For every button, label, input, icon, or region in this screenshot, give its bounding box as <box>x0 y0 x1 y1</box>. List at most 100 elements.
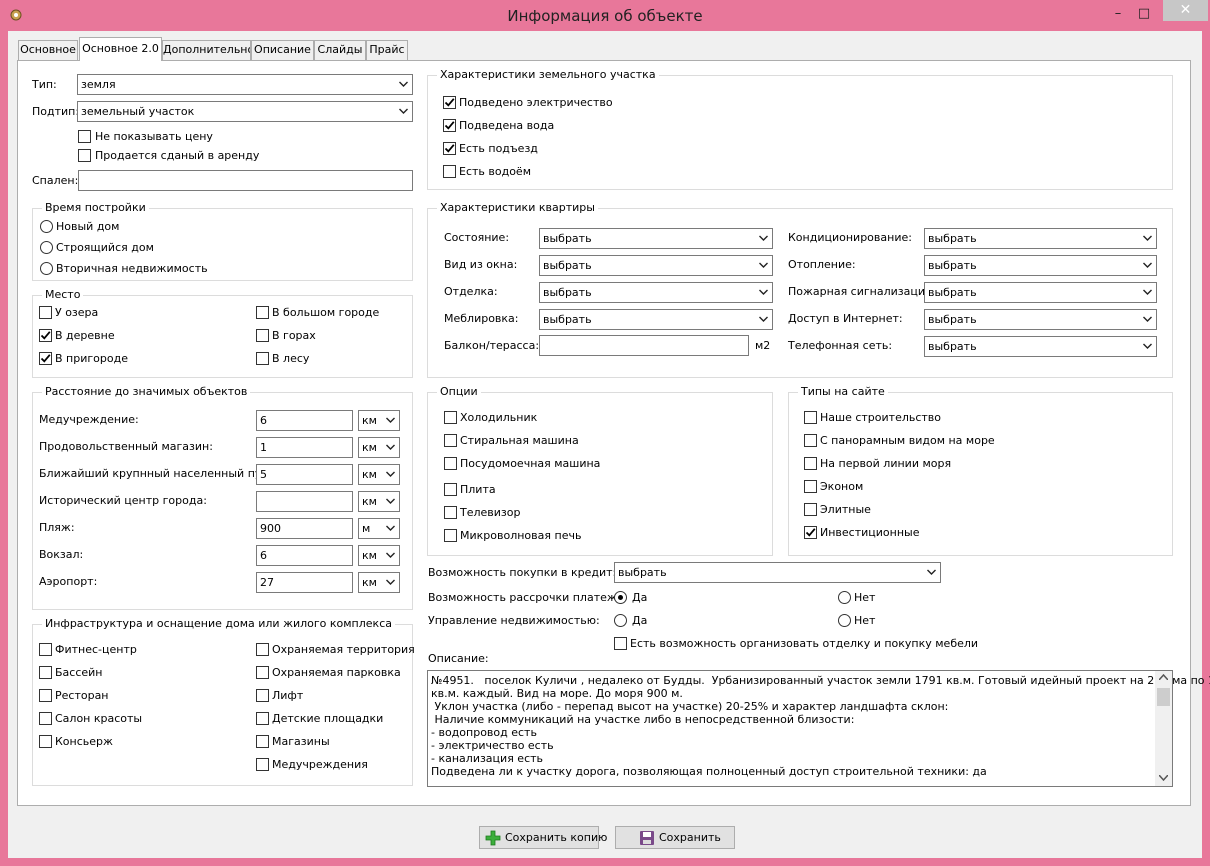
bedrooms-input[interactable] <box>78 170 413 191</box>
infra-right-checkbox-4[interactable] <box>256 735 269 748</box>
infra-left-checkbox-0[interactable] <box>39 643 52 656</box>
distance-unit-select-0[interactable]: км <box>358 410 400 431</box>
land-checkbox-3[interactable] <box>443 165 456 178</box>
apartment-left-label-0: Состояние: <box>444 231 510 244</box>
site-type-label-5: Инвестиционные <box>820 526 920 539</box>
land-checkbox-1[interactable] <box>443 119 456 132</box>
site-type-checkbox-1[interactable] <box>804 434 817 447</box>
scroll-thumb[interactable] <box>1157 688 1170 706</box>
infra-right-checkbox-5[interactable] <box>256 758 269 771</box>
apartment-left-select-1-value: выбрать <box>543 259 592 272</box>
apartment-left-select-0[interactable]: выбрать <box>539 228 773 249</box>
distance-unit-select-5[interactable]: км <box>358 545 400 566</box>
tab-0[interactable]: Основное <box>18 40 78 60</box>
hide-price-checkbox[interactable] <box>78 130 91 143</box>
apartment-right-select-2-value: выбрать <box>928 286 977 299</box>
tab-4[interactable]: Слайды <box>314 40 366 60</box>
site-type-checkbox-4[interactable] <box>804 503 817 516</box>
credit-select[interactable]: выбрать <box>614 562 941 583</box>
build-time-radio-0[interactable] <box>40 220 53 233</box>
place-left-checkbox-0[interactable] <box>39 306 52 319</box>
place-right-checkbox-1[interactable] <box>256 329 269 342</box>
apartment-left-select-1[interactable]: выбрать <box>539 255 773 276</box>
apartment-left-select-2[interactable]: выбрать <box>539 282 773 303</box>
subtype-select-value: земельный участок <box>81 105 195 118</box>
distance-input-4[interactable]: 900 <box>256 518 353 539</box>
distance-unit-select-2[interactable]: км <box>358 464 400 485</box>
option-checkbox-0[interactable] <box>444 411 457 424</box>
place-right-checkbox-2[interactable] <box>256 352 269 365</box>
description-scrollbar[interactable] <box>1155 671 1172 786</box>
infra-left-checkbox-2[interactable] <box>39 689 52 702</box>
option-checkbox-2[interactable] <box>444 457 457 470</box>
description-label: Описание: <box>428 652 489 665</box>
close-button[interactable]: ✕ <box>1163 0 1208 21</box>
option-label-4: Телевизор <box>460 506 521 519</box>
distance-label-4: Пляж: <box>39 521 75 534</box>
distance-input-0[interactable]: 6 <box>256 410 353 431</box>
land-checkbox-2[interactable] <box>443 142 456 155</box>
tab-1[interactable]: Основное 2.0 <box>79 37 162 61</box>
subtype-select[interactable]: земельный участок <box>77 101 413 122</box>
infra-right-checkbox-2[interactable] <box>256 689 269 702</box>
option-checkbox-5[interactable] <box>444 529 457 542</box>
infra-left-checkbox-3[interactable] <box>39 712 52 725</box>
save-button[interactable]: Сохранить <box>615 826 735 849</box>
maximize-button[interactable]: □ <box>1131 5 1157 23</box>
credit-label: Возможность покупки в кредит: <box>428 566 617 579</box>
build-time-radio-1[interactable] <box>40 241 53 254</box>
option-checkbox-3[interactable] <box>444 483 457 496</box>
management-no-radio[interactable] <box>838 614 851 627</box>
apartment-right-label-0: Кондиционирование: <box>788 231 912 244</box>
apartment-right-select-1[interactable]: выбрать <box>924 255 1157 276</box>
distance-input-3[interactable] <box>256 491 353 512</box>
scroll-up-icon[interactable] <box>1159 674 1168 680</box>
balcony-input[interactable] <box>539 335 749 356</box>
type-select[interactable]: земля <box>77 74 413 95</box>
distance-unit-select-1[interactable]: км <box>358 437 400 458</box>
apartment-right-select-2[interactable]: выбрать <box>924 282 1157 303</box>
infra-right-checkbox-0[interactable] <box>256 643 269 656</box>
description-line: №4951. поселок Куличи , недалеко от Будд… <box>431 674 1210 687</box>
management-yes-radio[interactable] <box>614 614 627 627</box>
land-checkbox-0[interactable] <box>443 96 456 109</box>
distance-input-5[interactable]: 6 <box>256 545 353 566</box>
tab-2[interactable]: Дополнительно <box>162 40 251 60</box>
installment-yes-radio[interactable] <box>614 591 627 604</box>
distance-unit-select-3[interactable]: км <box>358 491 400 512</box>
for-rent-checkbox[interactable] <box>78 149 91 162</box>
place-right-checkbox-0[interactable] <box>256 306 269 319</box>
tab-3[interactable]: Описание <box>251 40 314 60</box>
installment-no-radio[interactable] <box>838 591 851 604</box>
apartment-right-select-0[interactable]: выбрать <box>924 228 1157 249</box>
place-left-checkbox-1[interactable] <box>39 329 52 342</box>
minimize-button[interactable]: – <box>1105 5 1131 23</box>
site-type-label-0: Наше строительство <box>820 411 942 424</box>
place-left-checkbox-2[interactable] <box>39 352 52 365</box>
apartment-right-select-4[interactable]: выбрать <box>924 336 1157 357</box>
option-checkbox-4[interactable] <box>444 506 457 519</box>
site-type-checkbox-0[interactable] <box>804 411 817 424</box>
infra-right-checkbox-1[interactable] <box>256 666 269 679</box>
site-type-checkbox-3[interactable] <box>804 480 817 493</box>
distance-input-2[interactable]: 5 <box>256 464 353 485</box>
apartment-left-select-3-value: выбрать <box>543 313 592 326</box>
description-textarea[interactable]: №4951. поселок Куличи , недалеко от Будд… <box>427 670 1210 787</box>
distance-unit-select-6[interactable]: км <box>358 572 400 593</box>
distance-unit-select-4[interactable]: м <box>358 518 400 539</box>
build-time-radio-2[interactable] <box>40 262 53 275</box>
tab-5[interactable]: Прайс <box>366 40 408 60</box>
apartment-left-select-3[interactable]: выбрать <box>539 309 773 330</box>
scroll-down-icon[interactable] <box>1159 775 1168 781</box>
infra-left-checkbox-4[interactable] <box>39 735 52 748</box>
infra-left-checkbox-1[interactable] <box>39 666 52 679</box>
distance-input-1[interactable]: 1 <box>256 437 353 458</box>
apartment-right-select-3[interactable]: выбрать <box>924 309 1157 330</box>
infra-right-checkbox-3[interactable] <box>256 712 269 725</box>
site-type-checkbox-5[interactable] <box>804 526 817 539</box>
site-type-checkbox-2[interactable] <box>804 457 817 470</box>
save-copy-button[interactable]: Сохранить копию <box>479 826 607 849</box>
furniture-checkbox[interactable] <box>614 637 627 650</box>
option-checkbox-1[interactable] <box>444 434 457 447</box>
distance-input-6[interactable]: 27 <box>256 572 353 593</box>
